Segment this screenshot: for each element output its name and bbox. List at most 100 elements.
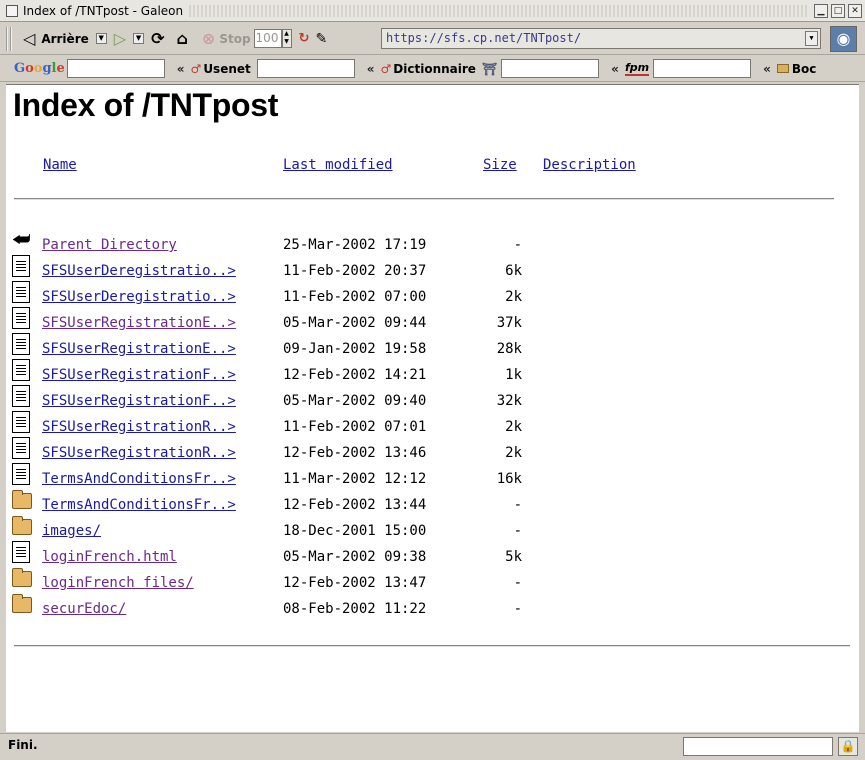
sort-by-modified-link[interactable]: Last modified xyxy=(283,157,393,173)
file-link[interactable]: TermsAndConditionsFr..> xyxy=(42,471,236,487)
fpm-search-input[interactable] xyxy=(653,59,752,78)
parent-directory-icon[interactable]: ⮨ xyxy=(12,229,31,250)
dictionary-search-input[interactable] xyxy=(501,59,600,78)
table-row: loginFrench.html 05-Mar-2002 09:38 5k xyxy=(6,541,856,575)
folder-icon[interactable] xyxy=(12,515,32,535)
folder-icon[interactable] xyxy=(12,489,32,509)
maximize-button[interactable]: □ xyxy=(831,3,845,18)
file-link[interactable]: SFSUserDeregistratio..> xyxy=(42,289,236,305)
table-row: SFSUserDeregistratio..> 11-Feb-2002 07:00… xyxy=(6,281,856,315)
close-button[interactable]: ✕ xyxy=(848,3,862,18)
file-link[interactable]: SFSUserRegistrationR..> xyxy=(42,419,236,435)
chevron-left-icon[interactable]: « xyxy=(611,62,619,76)
table-row: securEdoc/08-Feb-2002 11:22 - xyxy=(6,594,856,627)
file-icon[interactable] xyxy=(12,307,30,329)
go-button[interactable]: ↻ xyxy=(296,26,313,52)
location-input[interactable]: https://sfs.cp.net/TNTpost/ ▼ xyxy=(381,28,821,49)
forward-button[interactable]: ▷ xyxy=(111,26,129,52)
broom-icon: ✎ xyxy=(315,30,328,47)
bookmark-icon: ♂ xyxy=(380,61,392,76)
file-icon[interactable] xyxy=(12,437,30,459)
navigation-toolbar: ◁ Arrière ▼ ▷ ▼ ⟳ ⌂ ⊗ Stop 100 ▲ ▼ ↻ ✎ ht… xyxy=(0,23,865,55)
fpm-logo-icon[interactable]: fpm xyxy=(624,61,650,76)
file-link[interactable]: SFSUserDeregistratio..> xyxy=(42,263,236,279)
file-link[interactable]: SFSUserRegistrationE..> xyxy=(42,315,236,331)
modified-date: 05-Mar-2002 09:40 xyxy=(283,393,427,409)
back-history-dropdown[interactable]: ▼ xyxy=(95,33,107,44)
file-icon[interactable] xyxy=(12,463,30,485)
modified-date: 12-Feb-2002 13:47 xyxy=(283,575,427,591)
file-link[interactable]: SFSUserRegistrationE..> xyxy=(42,341,236,357)
lock-icon[interactable]: 🔒 xyxy=(838,737,858,756)
folder-icon xyxy=(776,64,789,73)
modified-date: 05-Mar-2002 09:44 xyxy=(283,315,427,331)
status-bar: Fini. 🔒 xyxy=(0,733,865,760)
home-icon: ⌂ xyxy=(176,28,188,48)
location-dropdown[interactable]: ▼ xyxy=(805,31,818,46)
modified-date: 11-Mar-2002 12:12 xyxy=(283,471,427,487)
clear-location-button[interactable]: ✎ xyxy=(312,26,330,52)
reload-icon: ⟳ xyxy=(151,28,165,48)
file-size: - xyxy=(513,575,522,591)
file-link[interactable]: TermsAndConditionsFr..> xyxy=(42,497,236,513)
file-link[interactable]: loginFrench files/ xyxy=(42,575,194,591)
zoom-spinner[interactable]: ▲ ▼ xyxy=(281,29,292,48)
forward-history-dropdown[interactable]: ▼ xyxy=(133,33,145,44)
file-size: 1k xyxy=(505,367,522,383)
file-icon[interactable] xyxy=(12,333,30,355)
chevron-left-icon[interactable]: « xyxy=(763,62,771,76)
back-label: Arrière xyxy=(41,31,89,46)
minimize-button[interactable]: ▁ xyxy=(814,3,828,18)
bookmark-dictionnaire[interactable]: Dictionnaire xyxy=(393,62,476,76)
home-button[interactable]: ⌂ xyxy=(173,26,190,52)
table-row: SFSUserRegistrationE..> 09-Jan-2002 19:58… xyxy=(6,333,856,367)
table-row: SFSUserRegistrationF..> 12-Feb-2002 14:21… xyxy=(6,359,856,393)
toolbar-handle[interactable] xyxy=(6,26,12,51)
window-menu-icon[interactable] xyxy=(6,4,18,17)
google-logo-icon[interactable]: Google xyxy=(14,61,65,76)
file-size: 32k xyxy=(496,393,522,409)
file-icon[interactable] xyxy=(12,385,30,407)
file-link[interactable]: securEdoc/ xyxy=(42,601,126,617)
file-icon[interactable] xyxy=(12,255,30,277)
file-size: 37k xyxy=(496,315,522,331)
file-icon[interactable] xyxy=(12,359,30,381)
location-url: https://sfs.cp.net/TNTpost/ xyxy=(386,31,582,45)
stop-button[interactable]: ⊗ Stop xyxy=(199,26,254,52)
file-icon[interactable] xyxy=(12,411,30,433)
file-link[interactable]: SFSUserRegistrationF..> xyxy=(42,393,236,409)
zoom-input[interactable]: 100 xyxy=(253,29,282,48)
chevron-left-icon[interactable]: « xyxy=(367,62,375,76)
page-title: Index of /TNTpost xyxy=(13,87,279,123)
file-size: - xyxy=(513,601,522,617)
reload-button[interactable]: ⟳ xyxy=(148,26,167,52)
google-search-input[interactable] xyxy=(66,59,165,78)
folder-icon[interactable] xyxy=(12,593,32,613)
sort-by-description-link[interactable]: Description xyxy=(543,157,636,173)
file-link[interactable]: SFSUserRegistrationF..> xyxy=(42,367,236,383)
file-icon[interactable] xyxy=(12,541,30,563)
sort-by-size-link[interactable]: Size xyxy=(483,157,517,173)
modified-date: 11-Feb-2002 07:01 xyxy=(283,419,427,435)
back-button[interactable]: ◁ Arrière xyxy=(20,26,92,52)
folder-icon[interactable] xyxy=(12,567,32,587)
bookmark-usenet[interactable]: Usenet xyxy=(203,62,250,76)
table-row: images/18-Dec-2001 15:00 - xyxy=(6,516,856,549)
modified-date: 12-Feb-2002 13:46 xyxy=(283,445,427,461)
modified-date: 12-Feb-2002 14:21 xyxy=(283,367,427,383)
file-size: - xyxy=(513,237,522,253)
file-icon[interactable] xyxy=(12,281,30,303)
file-link[interactable]: loginFrench.html xyxy=(42,549,177,565)
sort-by-name-link[interactable]: Name xyxy=(43,157,77,173)
file-link[interactable]: Parent Directory xyxy=(42,237,177,253)
throbber-icon[interactable]: ◉ xyxy=(830,26,857,52)
file-size: - xyxy=(513,497,522,513)
file-link[interactable]: SFSUserRegistrationR..> xyxy=(42,445,236,461)
file-size: 2k xyxy=(505,289,522,305)
page-content[interactable]: Index of /TNTpost Name Last modified Siz… xyxy=(6,84,859,732)
modified-date: 05-Mar-2002 09:38 xyxy=(283,549,427,565)
usenet-search-input[interactable] xyxy=(256,59,355,78)
bookmark-folder[interactable]: Boc xyxy=(792,62,817,76)
file-link[interactable]: images/ xyxy=(42,523,101,539)
chevron-left-icon[interactable]: « xyxy=(177,62,185,76)
